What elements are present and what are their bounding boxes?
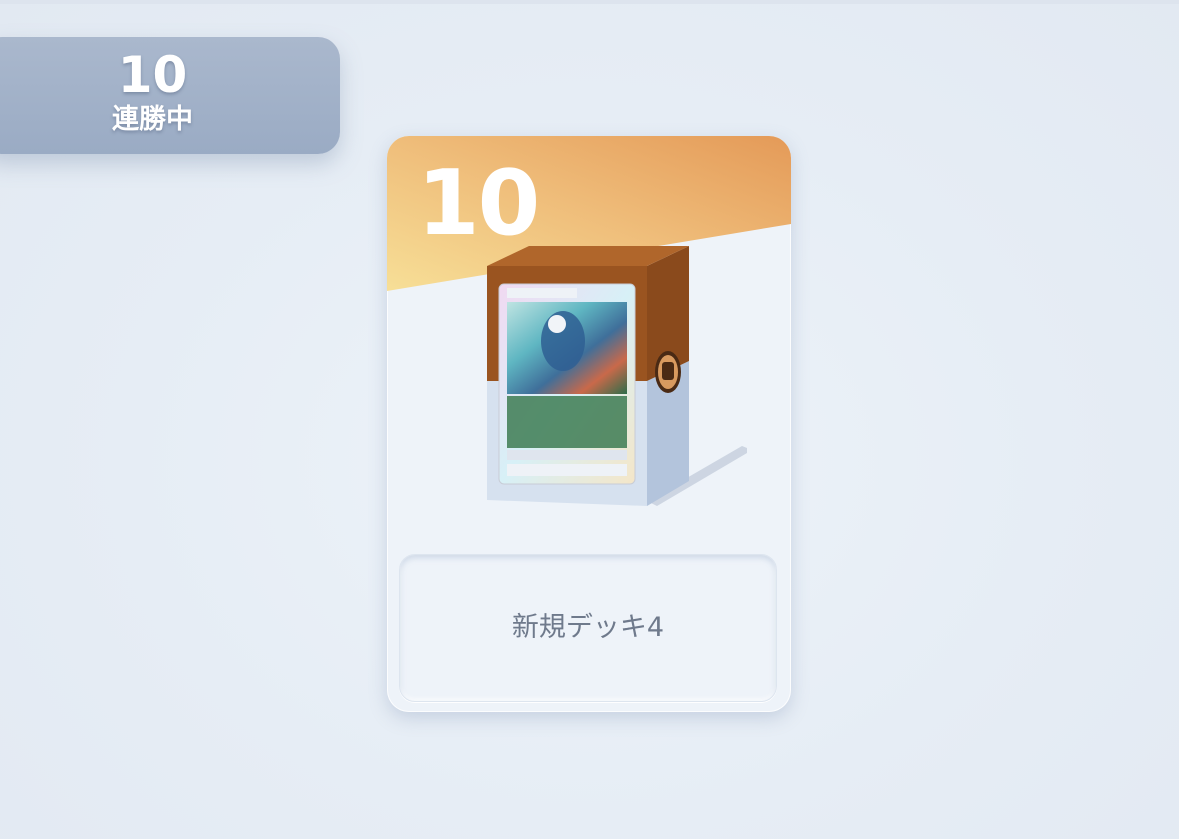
top-divider (0, 0, 1179, 4)
deck-card[interactable]: 10 新規デッキ4 (387, 136, 791, 712)
deck-name: 新規デッキ4 (511, 612, 665, 643)
win-streak-count: 10 (117, 46, 188, 104)
deck-box-image (487, 246, 747, 506)
fighting-type-icon (655, 351, 681, 393)
win-streak-label: 連勝中 (112, 104, 193, 135)
deck-name-field[interactable]: 新規デッキ4 (399, 554, 777, 702)
win-streak-badge: 10 連勝中 (0, 37, 340, 154)
